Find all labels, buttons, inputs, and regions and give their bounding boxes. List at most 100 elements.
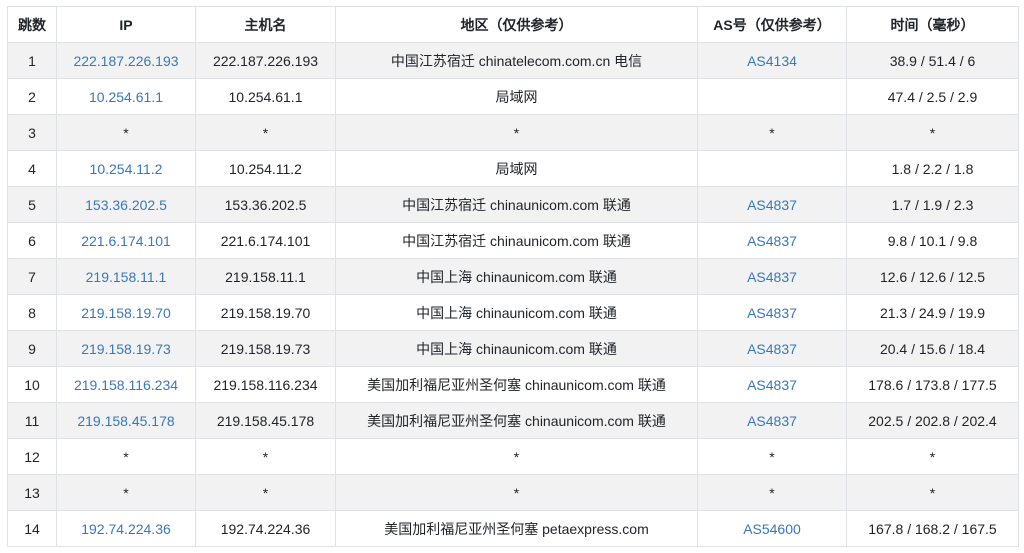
header-time: 时间（毫秒） bbox=[846, 6, 1019, 43]
ip-link: * bbox=[56, 438, 196, 475]
time-cell: * bbox=[846, 474, 1019, 511]
as-link[interactable]: AS4837 bbox=[697, 186, 847, 223]
hop-cell: 12 bbox=[7, 438, 57, 475]
region-cell: 局域网 bbox=[335, 150, 698, 187]
hop-cell: 4 bbox=[7, 150, 57, 187]
hostname-cell: 219.158.116.234 bbox=[195, 366, 336, 403]
ip-link[interactable]: 222.187.226.193 bbox=[56, 42, 196, 79]
as-link[interactable]: AS4837 bbox=[697, 294, 847, 331]
ip-link[interactable]: 219.158.19.73 bbox=[56, 330, 196, 367]
as-link: * bbox=[697, 474, 847, 511]
time-cell: 47.4 / 2.5 / 2.9 bbox=[846, 78, 1019, 115]
as-link[interactable]: AS54600 bbox=[697, 510, 847, 547]
hop-cell: 3 bbox=[7, 114, 57, 151]
traceroute-table-container: 跳数 IP 主机名 地区（仅供参考） AS号（仅供参考） 时间（毫秒） 1 222… bbox=[7, 6, 1019, 547]
hop-cell: 13 bbox=[7, 474, 57, 511]
hostname-cell: * bbox=[195, 438, 336, 475]
header-ip: IP bbox=[56, 6, 196, 43]
hop-cell: 9 bbox=[7, 330, 57, 367]
time-cell: 167.8 / 168.2 / 167.5 bbox=[846, 510, 1019, 547]
table-row: 11 219.158.45.178 219.158.45.178 美国加利福尼亚州圣何… bbox=[7, 402, 1019, 439]
hostname-cell: 219.158.19.70 bbox=[195, 294, 336, 331]
table-row: 7 219.158.11.1 219.158.11.1 中国上海 chinaunico… bbox=[7, 258, 1019, 295]
as-link bbox=[697, 78, 847, 115]
hostname-cell: 153.36.202.5 bbox=[195, 186, 336, 223]
time-cell: 1.7 / 1.9 / 2.3 bbox=[846, 186, 1019, 223]
region-cell: 美国加利福尼亚州圣何塞 petaexpress.com bbox=[335, 510, 698, 547]
as-link[interactable]: AS4134 bbox=[697, 42, 847, 79]
time-cell: 178.6 / 173.8 / 177.5 bbox=[846, 366, 1019, 403]
table-row: 6 221.6.174.101 221.6.174.101 中国江苏宿迁 chinau… bbox=[7, 222, 1019, 259]
hostname-cell: 219.158.45.178 bbox=[195, 402, 336, 439]
as-link[interactable]: AS4837 bbox=[697, 366, 847, 403]
ip-link[interactable]: 153.36.202.5 bbox=[56, 186, 196, 223]
hop-cell: 2 bbox=[7, 78, 57, 115]
hostname-cell: * bbox=[195, 114, 336, 151]
ip-link[interactable]: 219.158.45.178 bbox=[56, 402, 196, 439]
time-cell: * bbox=[846, 114, 1019, 151]
ip-link[interactable]: 192.74.224.36 bbox=[56, 510, 196, 547]
table-row: 5 153.36.202.5 153.36.202.5 中国江苏宿迁 chinauni… bbox=[7, 186, 1019, 223]
table-row: 1 222.187.226.193 222.187.226.193 中国江苏宿迁 ch… bbox=[7, 42, 1019, 79]
hostname-cell: 222.187.226.193 bbox=[195, 42, 336, 79]
time-cell: * bbox=[846, 438, 1019, 475]
hostname-cell: 10.254.61.1 bbox=[195, 78, 336, 115]
table-row: 10 219.158.116.234 219.158.116.234 美国加利福尼亚州… bbox=[7, 366, 1019, 403]
ip-link[interactable]: 219.158.116.234 bbox=[56, 366, 196, 403]
header-hop: 跳数 bbox=[7, 6, 57, 43]
region-cell: 中国江苏宿迁 chinaunicom.com 联通 bbox=[335, 222, 698, 259]
hop-cell: 11 bbox=[7, 402, 57, 439]
hostname-cell: 221.6.174.101 bbox=[195, 222, 336, 259]
hostname-cell: 192.74.224.36 bbox=[195, 510, 336, 547]
table-row: 14 192.74.224.36 192.74.224.36 美国加利福尼亚州圣何塞 … bbox=[7, 510, 1019, 547]
ip-link[interactable]: 221.6.174.101 bbox=[56, 222, 196, 259]
as-link[interactable]: AS4837 bbox=[697, 258, 847, 295]
region-cell: 中国江苏宿迁 chinaunicom.com 联通 bbox=[335, 186, 698, 223]
region-cell: 中国江苏宿迁 chinatelecom.com.cn 电信 bbox=[335, 42, 698, 79]
region-cell: 中国上海 chinaunicom.com 联通 bbox=[335, 258, 698, 295]
time-cell: 20.4 / 15.6 / 18.4 bbox=[846, 330, 1019, 367]
hostname-cell: * bbox=[195, 474, 336, 511]
region-cell: 美国加利福尼亚州圣何塞 chinaunicom.com 联通 bbox=[335, 402, 698, 439]
as-link[interactable]: AS4837 bbox=[697, 222, 847, 259]
region-cell: 中国上海 chinaunicom.com 联通 bbox=[335, 330, 698, 367]
as-link: * bbox=[697, 438, 847, 475]
ip-link[interactable]: 219.158.11.1 bbox=[56, 258, 196, 295]
hop-cell: 6 bbox=[7, 222, 57, 259]
region-cell: 美国加利福尼亚州圣何塞 chinaunicom.com 联通 bbox=[335, 366, 698, 403]
ip-link: * bbox=[56, 114, 196, 151]
ip-link[interactable]: 10.254.61.1 bbox=[56, 78, 196, 115]
as-link[interactable]: AS4837 bbox=[697, 402, 847, 439]
time-cell: 21.3 / 24.9 / 19.9 bbox=[846, 294, 1019, 331]
table-row: 2 10.254.61.1 10.254.61.1 局域网 47.4 / 2.5 / 2… bbox=[7, 78, 1019, 115]
hostname-cell: 219.158.19.73 bbox=[195, 330, 336, 367]
region-cell: 中国上海 chinaunicom.com 联通 bbox=[335, 294, 698, 331]
hostname-cell: 10.254.11.2 bbox=[195, 150, 336, 187]
table-header-row: 跳数 IP 主机名 地区（仅供参考） AS号（仅供参考） 时间（毫秒） bbox=[7, 6, 1019, 43]
table-row: 8 219.158.19.70 219.158.19.70 中国上海 chinauni… bbox=[7, 294, 1019, 331]
as-link: * bbox=[697, 114, 847, 151]
table-row: 9 219.158.19.73 219.158.19.73 中国上海 chinauni… bbox=[7, 330, 1019, 367]
region-cell: * bbox=[335, 474, 698, 511]
hop-cell: 10 bbox=[7, 366, 57, 403]
header-region: 地区（仅供参考） bbox=[335, 6, 698, 43]
time-cell: 202.5 / 202.8 / 202.4 bbox=[846, 402, 1019, 439]
hop-cell: 14 bbox=[7, 510, 57, 547]
as-link[interactable]: AS4837 bbox=[697, 330, 847, 367]
region-cell: 局域网 bbox=[335, 78, 698, 115]
time-cell: 9.8 / 10.1 / 9.8 bbox=[846, 222, 1019, 259]
traceroute-table: 跳数 IP 主机名 地区（仅供参考） AS号（仅供参考） 时间（毫秒） 1 222… bbox=[7, 6, 1019, 547]
as-link bbox=[697, 150, 847, 187]
ip-link[interactable]: 219.158.19.70 bbox=[56, 294, 196, 331]
table-row: 4 10.254.11.2 10.254.11.2 局域网 1.8 / 2.2 / 1.… bbox=[7, 150, 1019, 187]
region-cell: * bbox=[335, 438, 698, 475]
time-cell: 12.6 / 12.6 / 12.5 bbox=[846, 258, 1019, 295]
ip-link: * bbox=[56, 474, 196, 511]
time-cell: 38.9 / 51.4 / 6 bbox=[846, 42, 1019, 79]
table-row: 3 * * * * * bbox=[7, 114, 1019, 151]
ip-link[interactable]: 10.254.11.2 bbox=[56, 150, 196, 187]
hop-cell: 1 bbox=[7, 42, 57, 79]
table-row: 12 * * * * * bbox=[7, 438, 1019, 475]
time-cell: 1.8 / 2.2 / 1.8 bbox=[846, 150, 1019, 187]
hop-cell: 5 bbox=[7, 186, 57, 223]
